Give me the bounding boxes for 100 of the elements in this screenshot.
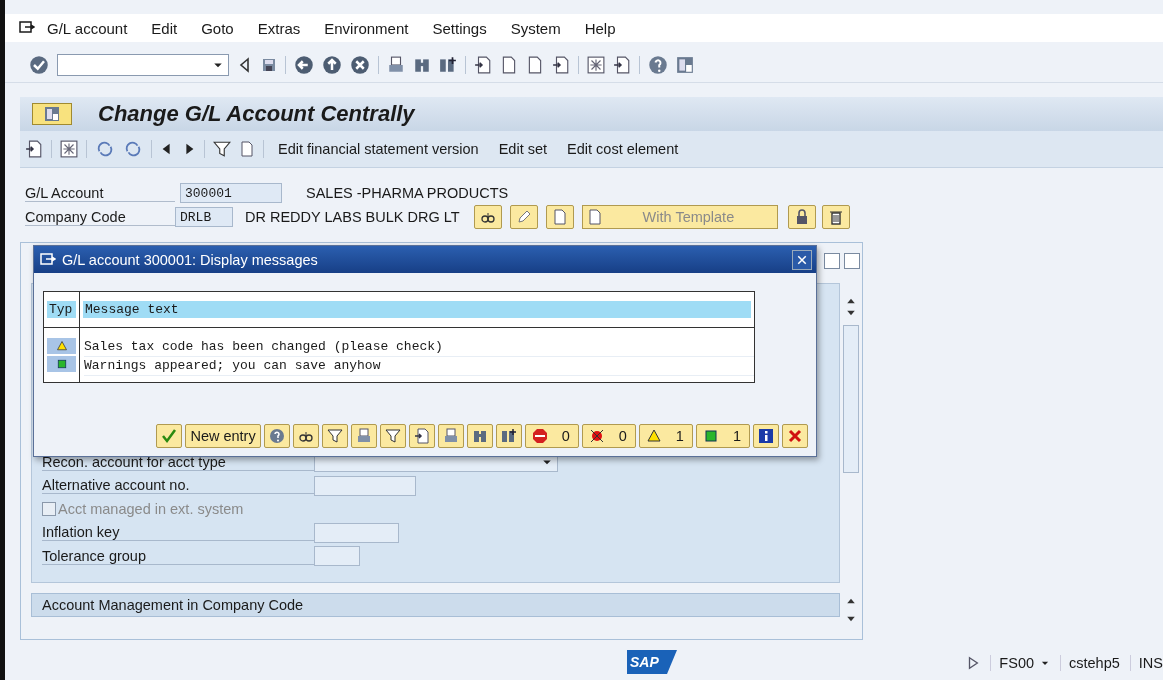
- create-button[interactable]: [545, 205, 574, 229]
- document-icon[interactable]: [239, 140, 255, 158]
- message-count: 1: [732, 428, 741, 444]
- input-field[interactable]: [314, 522, 399, 543]
- next-page-icon[interactable]: [526, 56, 544, 74]
- expand-button[interactable]: [824, 253, 840, 269]
- menu-item[interactable]: Extras: [245, 19, 313, 37]
- error-icon: [588, 428, 605, 444]
- checkbox-label: Acct managed in ext. system: [58, 501, 244, 518]
- message-count: 1: [675, 428, 684, 444]
- help-icon: [268, 428, 285, 444]
- toolbar-button[interactable]: Edit cost element: [561, 141, 685, 157]
- display-change-button[interactable]: [473, 205, 502, 229]
- delete-button[interactable]: [821, 205, 850, 229]
- new-session-icon[interactable]: [587, 56, 605, 74]
- menu-item[interactable]: Help: [572, 19, 628, 37]
- first-page-icon[interactable]: [474, 56, 492, 74]
- layout-icon[interactable]: [676, 56, 694, 74]
- message-count: 0: [561, 428, 570, 444]
- message-filter-button[interactable]: 0: [581, 424, 636, 448]
- menu-item[interactable]: Settings: [420, 19, 499, 37]
- input-field[interactable]: DRLB: [175, 207, 233, 227]
- close-button[interactable]: [792, 249, 812, 270]
- input-field[interactable]: 300001: [180, 183, 282, 203]
- new-entry-button[interactable]: New entry: [185, 424, 261, 448]
- section-header[interactable]: Account Management in Company Code: [31, 593, 840, 617]
- filter-icon[interactable]: [213, 140, 231, 158]
- edit-button[interactable]: [509, 205, 538, 229]
- field-label: Alternative account no.: [42, 477, 314, 495]
- success-square-icon: [55, 358, 68, 370]
- cycle-icon[interactable]: [95, 140, 115, 158]
- menu-item[interactable]: System: [498, 19, 573, 37]
- column-header[interactable]: Message text: [83, 301, 751, 318]
- save-icon[interactable]: [261, 57, 277, 73]
- page-icon: [586, 209, 603, 225]
- cancel-button[interactable]: [782, 424, 808, 448]
- help-icon[interactable]: [648, 55, 668, 75]
- display-button[interactable]: [292, 424, 319, 448]
- message-count: 0: [618, 428, 627, 444]
- last-page-icon[interactable]: [552, 56, 570, 74]
- success-square-icon: [702, 428, 719, 444]
- check-icon: [161, 428, 178, 444]
- lock-button[interactable]: [787, 205, 816, 229]
- info-button[interactable]: [753, 424, 779, 448]
- sort-button[interactable]: [350, 424, 377, 448]
- button-label: With Template: [642, 209, 735, 225]
- toolbar-button[interactable]: Edit set: [492, 141, 554, 157]
- find-next-icon[interactable]: [439, 56, 457, 74]
- message-filter-button[interactable]: 1: [695, 424, 750, 448]
- exit-icon[interactable]: [322, 55, 342, 75]
- menu-icon[interactable]: [19, 20, 35, 36]
- back-icon[interactable]: [294, 55, 314, 75]
- tab-list-button[interactable]: [844, 253, 860, 269]
- input-field[interactable]: [314, 475, 416, 496]
- info-icon: [758, 428, 774, 444]
- message-text: Sales tax code has been changed (please check): [84, 338, 754, 357]
- enter-icon[interactable]: [29, 55, 49, 75]
- printer-icon: [442, 428, 459, 444]
- filter-button[interactable]: [321, 424, 348, 448]
- binoculars-icon: [500, 428, 517, 444]
- status-toggle-icon[interactable]: [966, 655, 981, 671]
- input-field[interactable]: [314, 546, 360, 567]
- pages-icon: [413, 428, 430, 444]
- message-filter-button[interactable]: 0: [524, 424, 579, 448]
- pencil-icon: [515, 209, 532, 225]
- field-description: SALES -PHARMA PRODUCTS: [306, 185, 509, 201]
- message-filter-button[interactable]: 1: [638, 424, 693, 448]
- dialog-menu-icon[interactable]: [40, 251, 56, 268]
- menu-item[interactable]: Environment: [312, 19, 421, 37]
- transaction-code[interactable]: FS00: [990, 655, 1051, 671]
- export-button[interactable]: [408, 424, 435, 448]
- scroll-thumb[interactable]: [843, 325, 859, 473]
- binoculars-icon: [471, 428, 488, 444]
- field-label: G/L Account: [25, 184, 175, 202]
- find-next-button[interactable]: [495, 424, 522, 448]
- toolbar-button[interactable]: Edit financial statement version: [272, 141, 485, 157]
- help-button[interactable]: [263, 424, 290, 448]
- logo: SAP: [627, 650, 677, 674]
- previous-page-icon[interactable]: [500, 56, 518, 74]
- print-button[interactable]: [437, 424, 464, 448]
- menu-item[interactable]: G/L account: [35, 19, 140, 37]
- screen-icon: [43, 106, 61, 122]
- cancel-icon: [787, 428, 803, 444]
- menu-item[interactable]: Goto: [189, 19, 246, 37]
- filter-button[interactable]: [379, 424, 406, 448]
- print-icon[interactable]: [387, 56, 405, 74]
- warning-triangle-icon: [55, 340, 68, 352]
- other-object-icon[interactable]: [25, 140, 43, 158]
- trash-icon: [827, 209, 844, 225]
- switch-icon[interactable]: [60, 140, 78, 158]
- column-header[interactable]: Typ: [47, 301, 76, 318]
- screen-title: Change G/L Account Centrally: [98, 101, 415, 127]
- menu-item[interactable]: Edit: [139, 19, 190, 37]
- command-field[interactable]: [57, 54, 229, 76]
- find-button[interactable]: [466, 424, 493, 448]
- find-icon[interactable]: [413, 56, 431, 74]
- shortcut-icon[interactable]: [613, 56, 631, 74]
- menu-button[interactable]: [32, 103, 72, 125]
- cancel-icon[interactable]: [350, 55, 370, 75]
- continue-button[interactable]: [156, 424, 183, 448]
